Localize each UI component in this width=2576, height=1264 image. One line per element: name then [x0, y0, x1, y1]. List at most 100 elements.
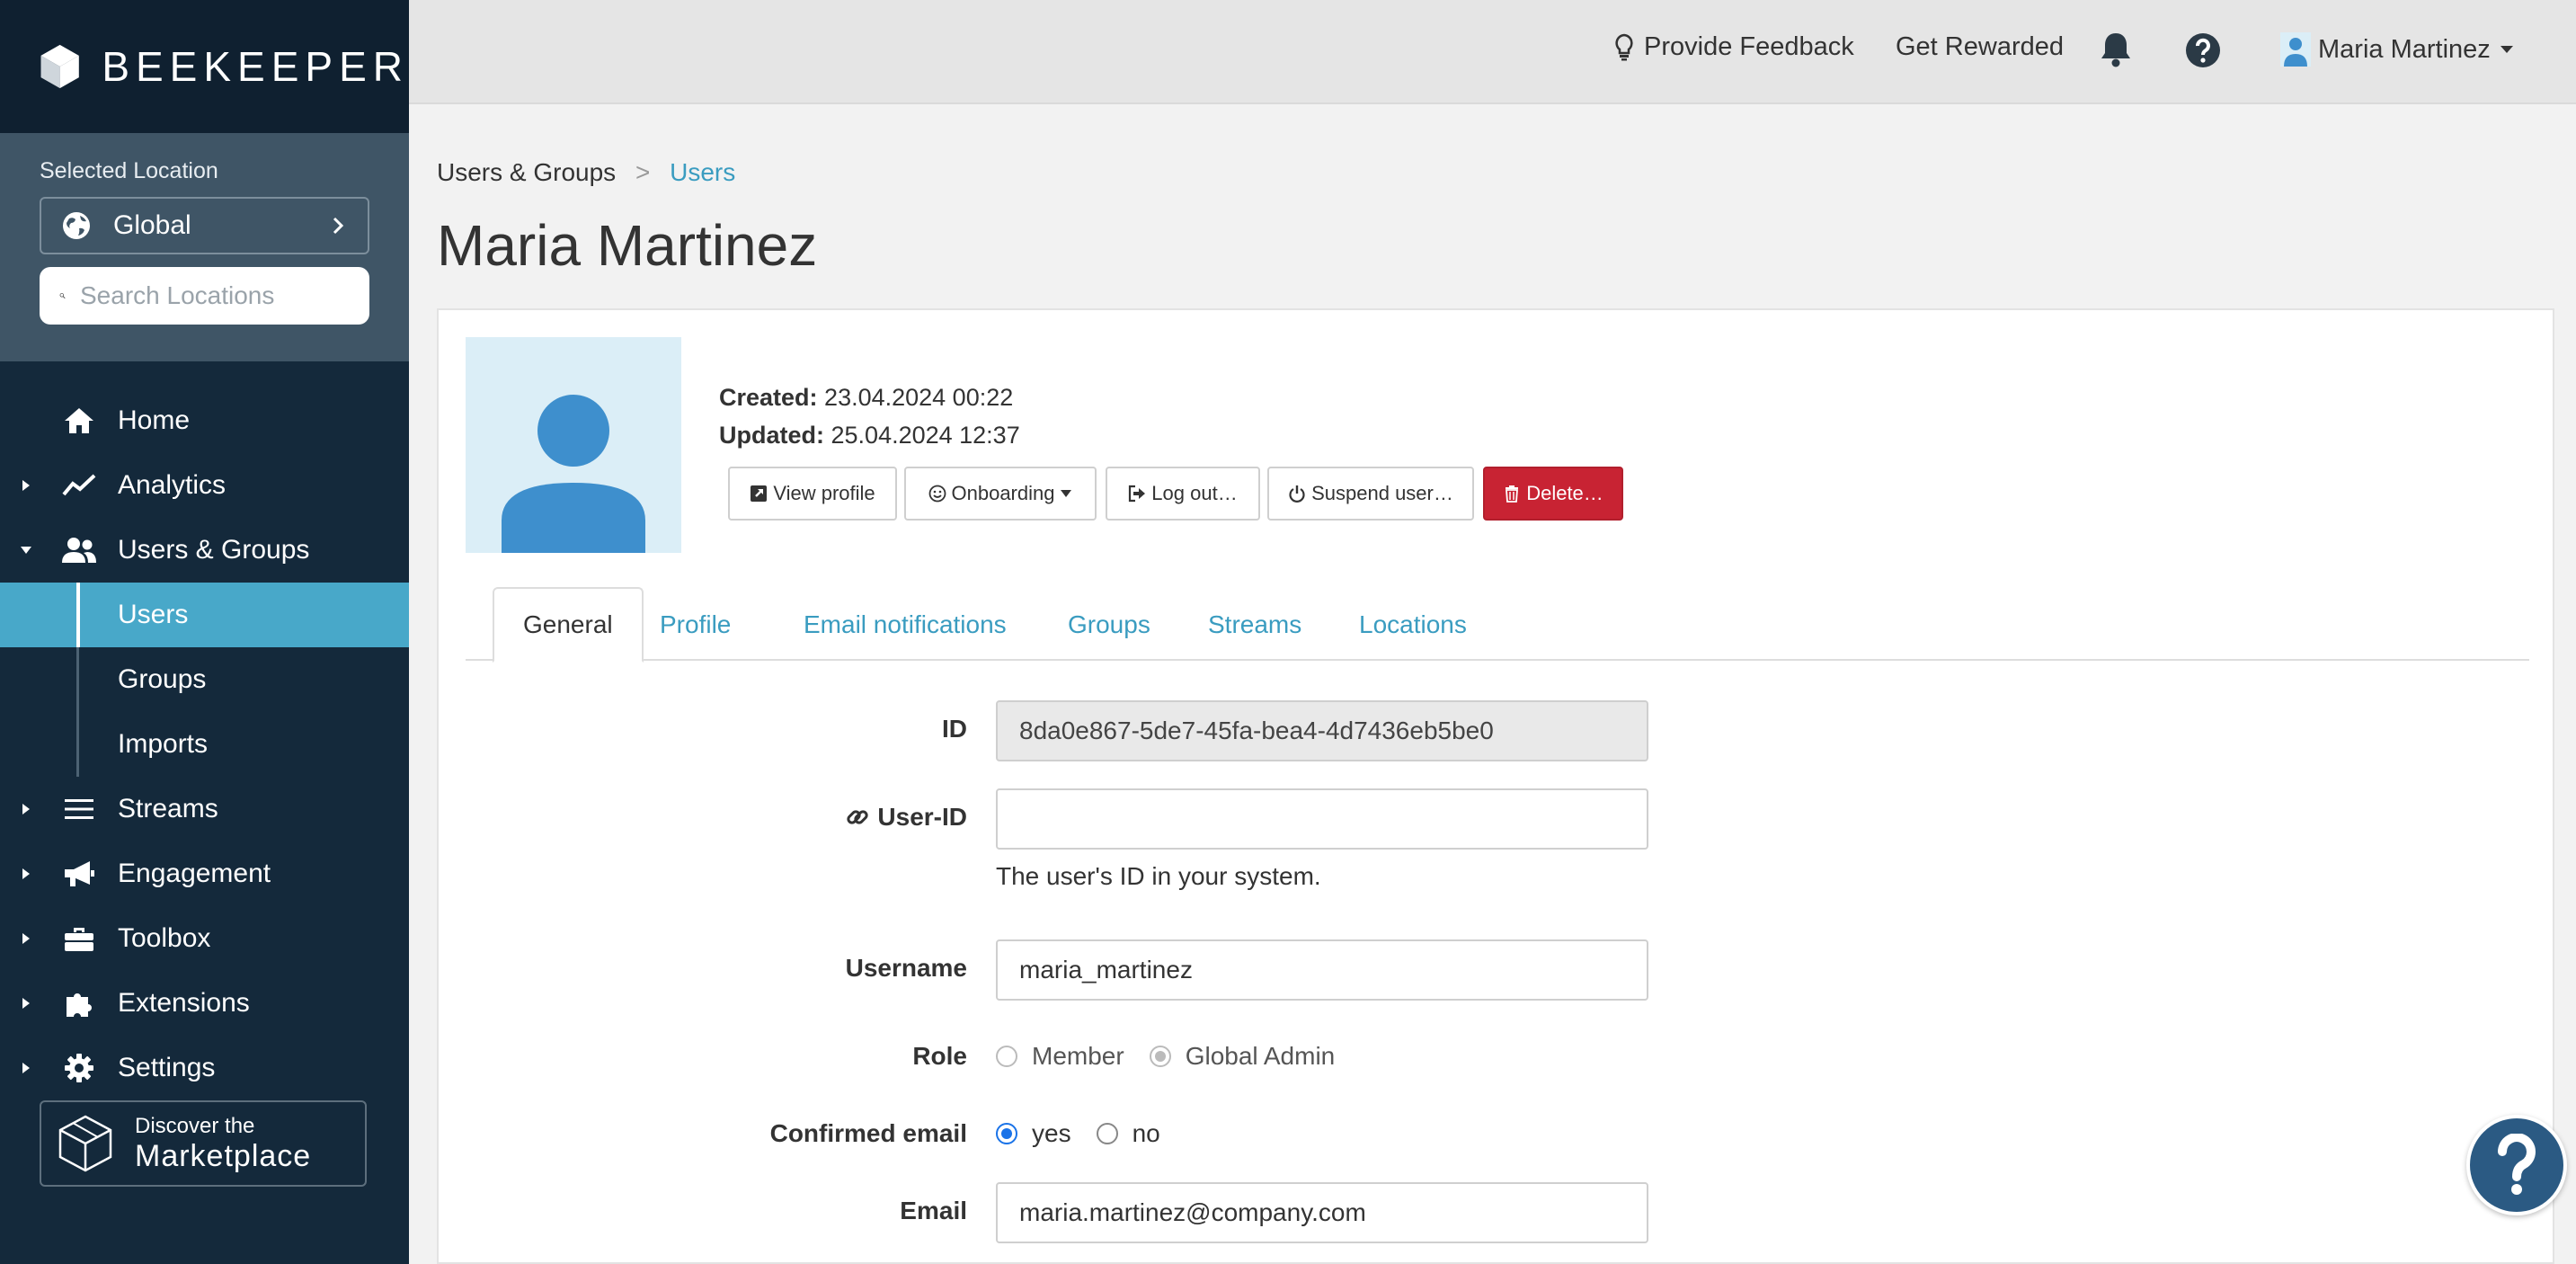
provide-feedback-label: Provide Feedback	[1644, 32, 1854, 61]
caret-right-icon	[22, 868, 30, 879]
id-label: ID	[942, 715, 967, 743]
nav-toolbox[interactable]: Toolbox	[0, 906, 409, 971]
search-icon	[59, 293, 66, 299]
notifications-button[interactable]	[2099, 31, 2133, 68]
nav-home[interactable]: Home	[0, 388, 409, 453]
sidebar-item-imports[interactable]: Imports	[0, 712, 409, 777]
lightbulb-icon	[1615, 33, 1633, 60]
tab-locations[interactable]: Locations	[1359, 587, 1467, 663]
caret-right-icon	[22, 933, 30, 944]
onboarding-button[interactable]: Onboarding	[904, 467, 1097, 521]
breadcrumb-current[interactable]: Users	[670, 158, 735, 186]
breadcrumb-parent[interactable]: Users & Groups	[437, 158, 616, 186]
users-groups-submenu: Users Groups Imports	[0, 583, 409, 777]
analytics-icon	[61, 467, 97, 503]
page-title: Maria Martinez	[437, 213, 818, 278]
brand-header[interactable]: BEEKEEPER	[0, 0, 409, 133]
location-search[interactable]	[40, 267, 369, 325]
nav-users-groups-label: Users & Groups	[118, 535, 310, 565]
tab-streams[interactable]: Streams	[1208, 587, 1301, 663]
marketplace-line2: Marketplace	[135, 1139, 312, 1173]
role-member-label: Member	[1032, 1042, 1124, 1070]
user-id-label: User-ID	[845, 803, 967, 832]
created-value: 23.04.2024 00:22	[824, 384, 1014, 411]
tab-email-notifications[interactable]: Email notifications	[804, 587, 1007, 663]
nav-extensions-label: Extensions	[118, 988, 250, 1018]
provide-feedback-link[interactable]: Provide Feedback	[1613, 32, 1854, 62]
role-label: Role	[912, 1042, 967, 1070]
nav-engagement[interactable]: Engagement	[0, 841, 409, 906]
tab-profile[interactable]: Profile	[660, 587, 731, 663]
nav-users-groups[interactable]: Users & Groups	[0, 518, 409, 583]
user-id-label-text: User-ID	[877, 803, 967, 831]
id-field[interactable]	[996, 700, 1648, 761]
toolbox-icon	[61, 921, 97, 957]
main-nav: Home Analytics Users & Groups Users Grou…	[0, 388, 409, 1100]
get-rewarded-link[interactable]: Get Rewarded	[1896, 32, 2064, 62]
view-profile-button[interactable]: View profile	[728, 467, 897, 521]
nav-engagement-label: Engagement	[118, 859, 271, 888]
smile-icon	[928, 485, 946, 503]
nav-analytics-label: Analytics	[118, 470, 227, 500]
view-profile-label: View profile	[773, 482, 875, 504]
confirmed-no-label: no	[1132, 1119, 1160, 1147]
marketplace-line1: Discover the	[135, 1114, 255, 1138]
location-search-input[interactable]	[80, 281, 350, 310]
help-button[interactable]	[2185, 32, 2221, 68]
username-field[interactable]	[996, 939, 1648, 1001]
radio-dot	[1149, 1046, 1171, 1067]
bell-icon	[2101, 33, 2130, 67]
user-id-hint: The user's ID in your system.	[996, 862, 1321, 890]
updated-row: Updated: 25.04.2024 12:37	[719, 416, 1020, 454]
megaphone-icon	[61, 856, 97, 892]
user-meta: Created: 23.04.2024 00:22 Updated: 25.04…	[719, 378, 1020, 454]
confirmed-no-radio[interactable]: no	[1096, 1119, 1160, 1148]
sign-out-icon	[1129, 485, 1146, 503]
nav-analytics[interactable]: Analytics	[0, 453, 409, 518]
top-bar: Provide Feedback Get Rewarded Maria Mart…	[409, 0, 2576, 104]
beekeeper-logo-icon	[40, 44, 79, 89]
nav-extensions[interactable]: Extensions	[0, 971, 409, 1036]
external-link-icon	[751, 485, 768, 502]
created-label: Created:	[719, 384, 818, 411]
marketplace-link[interactable]: Discover the Marketplace	[40, 1100, 367, 1187]
caret-down-icon	[2500, 46, 2513, 53]
log-out-button[interactable]: Log out…	[1106, 467, 1260, 521]
suspend-user-label: Suspend user…	[1311, 482, 1453, 504]
email-field[interactable]	[996, 1182, 1648, 1243]
user-placeholder-icon	[502, 395, 645, 553]
brand-name: BEEKEEPER	[102, 43, 409, 90]
log-out-label: Log out…	[1151, 482, 1238, 504]
breadcrumb: Users & Groups > Users	[437, 158, 735, 187]
cube-icon	[58, 1115, 112, 1172]
tab-general[interactable]: General	[493, 587, 644, 663]
caret-down-icon	[1061, 490, 1072, 497]
location-selector[interactable]: Global	[40, 197, 369, 254]
onboarding-label: Onboarding	[951, 482, 1055, 504]
role-member-radio[interactable]: Member	[996, 1042, 1124, 1071]
role-radio-group: Member Global Admin	[996, 1042, 1360, 1071]
delete-button[interactable]: Delete…	[1483, 467, 1623, 521]
confirmed-yes-radio[interactable]: yes	[996, 1119, 1071, 1148]
confirmed-yes-label: yes	[1032, 1119, 1071, 1147]
chevron-right-icon	[333, 217, 344, 235]
nav-streams[interactable]: Streams	[0, 777, 409, 841]
suspend-user-button[interactable]: Suspend user…	[1267, 467, 1474, 521]
radio-dot	[1096, 1123, 1118, 1144]
nav-home-label: Home	[118, 405, 191, 435]
help-chat-button[interactable]	[2466, 1115, 2567, 1215]
created-row: Created: 23.04.2024 00:22	[719, 378, 1020, 416]
users-icon	[61, 532, 97, 568]
sidebar-item-users[interactable]: Users	[0, 583, 409, 647]
nav-streams-label: Streams	[118, 794, 218, 823]
caret-right-icon	[22, 480, 30, 491]
sidebar-item-groups[interactable]: Groups	[0, 647, 409, 712]
nav-settings[interactable]: Settings	[0, 1036, 409, 1100]
selected-location: Global	[113, 210, 191, 240]
role-global-admin-radio[interactable]: Global Admin	[1149, 1042, 1335, 1071]
help-icon	[2186, 33, 2220, 67]
user-id-field[interactable]	[996, 788, 1648, 850]
username-label: Username	[845, 954, 967, 982]
user-menu[interactable]: Maria Martinez	[2280, 32, 2514, 67]
tab-groups[interactable]: Groups	[1068, 587, 1150, 663]
